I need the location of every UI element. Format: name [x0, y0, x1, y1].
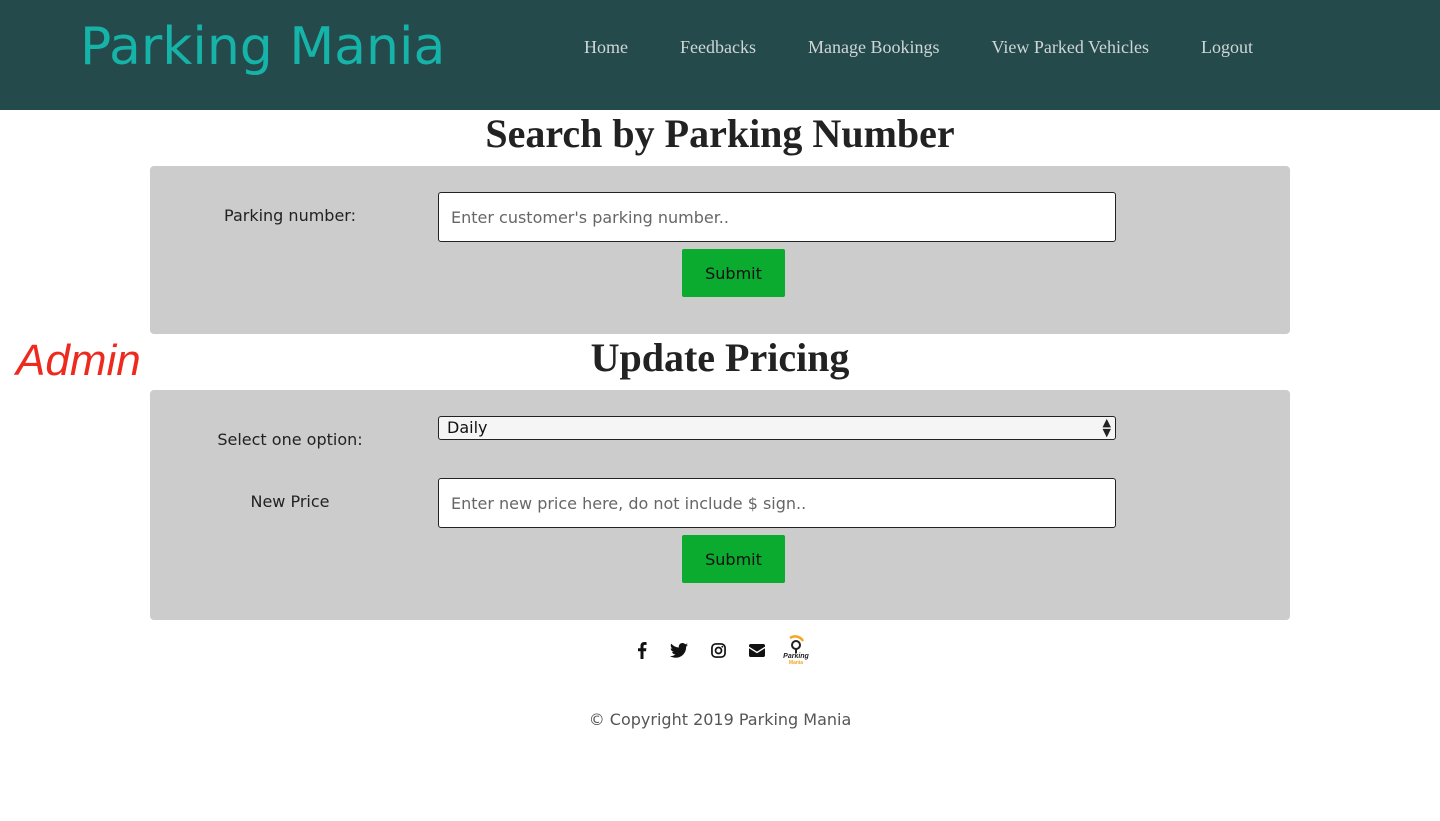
pricing-panel: Select one option: Daily ▲▼ New Price Su…	[150, 390, 1290, 620]
nav-view-parked-vehicles-link[interactable]: View Parked Vehicles	[991, 36, 1149, 60]
brand-title[interactable]: Parking Mania	[80, 14, 445, 80]
envelope-icon[interactable]	[745, 638, 769, 662]
search-panel: Parking number: Submit	[150, 166, 1290, 334]
selected-option-text: Daily	[447, 418, 488, 437]
social-links: Parking Mania	[630, 635, 811, 665]
nav-manage-bookings-link[interactable]: Manage Bookings	[808, 36, 939, 60]
nav-home-link[interactable]: Home	[584, 36, 628, 60]
nav-feedbacks-link[interactable]: Feedbacks	[680, 36, 756, 60]
parking-number-input[interactable]	[438, 192, 1116, 242]
new-price-label: New Price	[250, 492, 330, 511]
twitter-icon[interactable]	[667, 638, 691, 662]
parking-mania-logo[interactable]: Parking Mania	[781, 635, 811, 665]
search-submit-button[interactable]: Submit	[682, 249, 785, 297]
instagram-icon[interactable]	[706, 638, 730, 662]
navbar: Parking Mania Home Feedbacks Manage Book…	[0, 0, 1440, 110]
svg-text:Parking: Parking	[783, 653, 809, 660]
pricing-option-select[interactable]: Daily ▲ ▼	[438, 416, 1116, 440]
svg-text:Mania: Mania	[789, 660, 803, 665]
select-updown-icon: ▲ ▼	[1102, 416, 1111, 439]
pricing-section-title: Update Pricing	[590, 335, 850, 380]
new-price-input[interactable]	[438, 478, 1116, 528]
select-option-label: Select one option:	[217, 430, 363, 449]
search-section-title: Search by Parking Number	[485, 111, 955, 156]
parking-number-label: Parking number:	[224, 206, 356, 225]
nav-logout-link[interactable]: Logout	[1201, 36, 1253, 60]
facebook-icon[interactable]	[630, 638, 654, 662]
pricing-submit-button[interactable]: Submit	[682, 535, 785, 583]
nav-menu: Home Feedbacks Manage Bookings View Park…	[584, 36, 1253, 60]
copyright-text: © Copyright 2019 Parking Mania	[588, 710, 852, 729]
